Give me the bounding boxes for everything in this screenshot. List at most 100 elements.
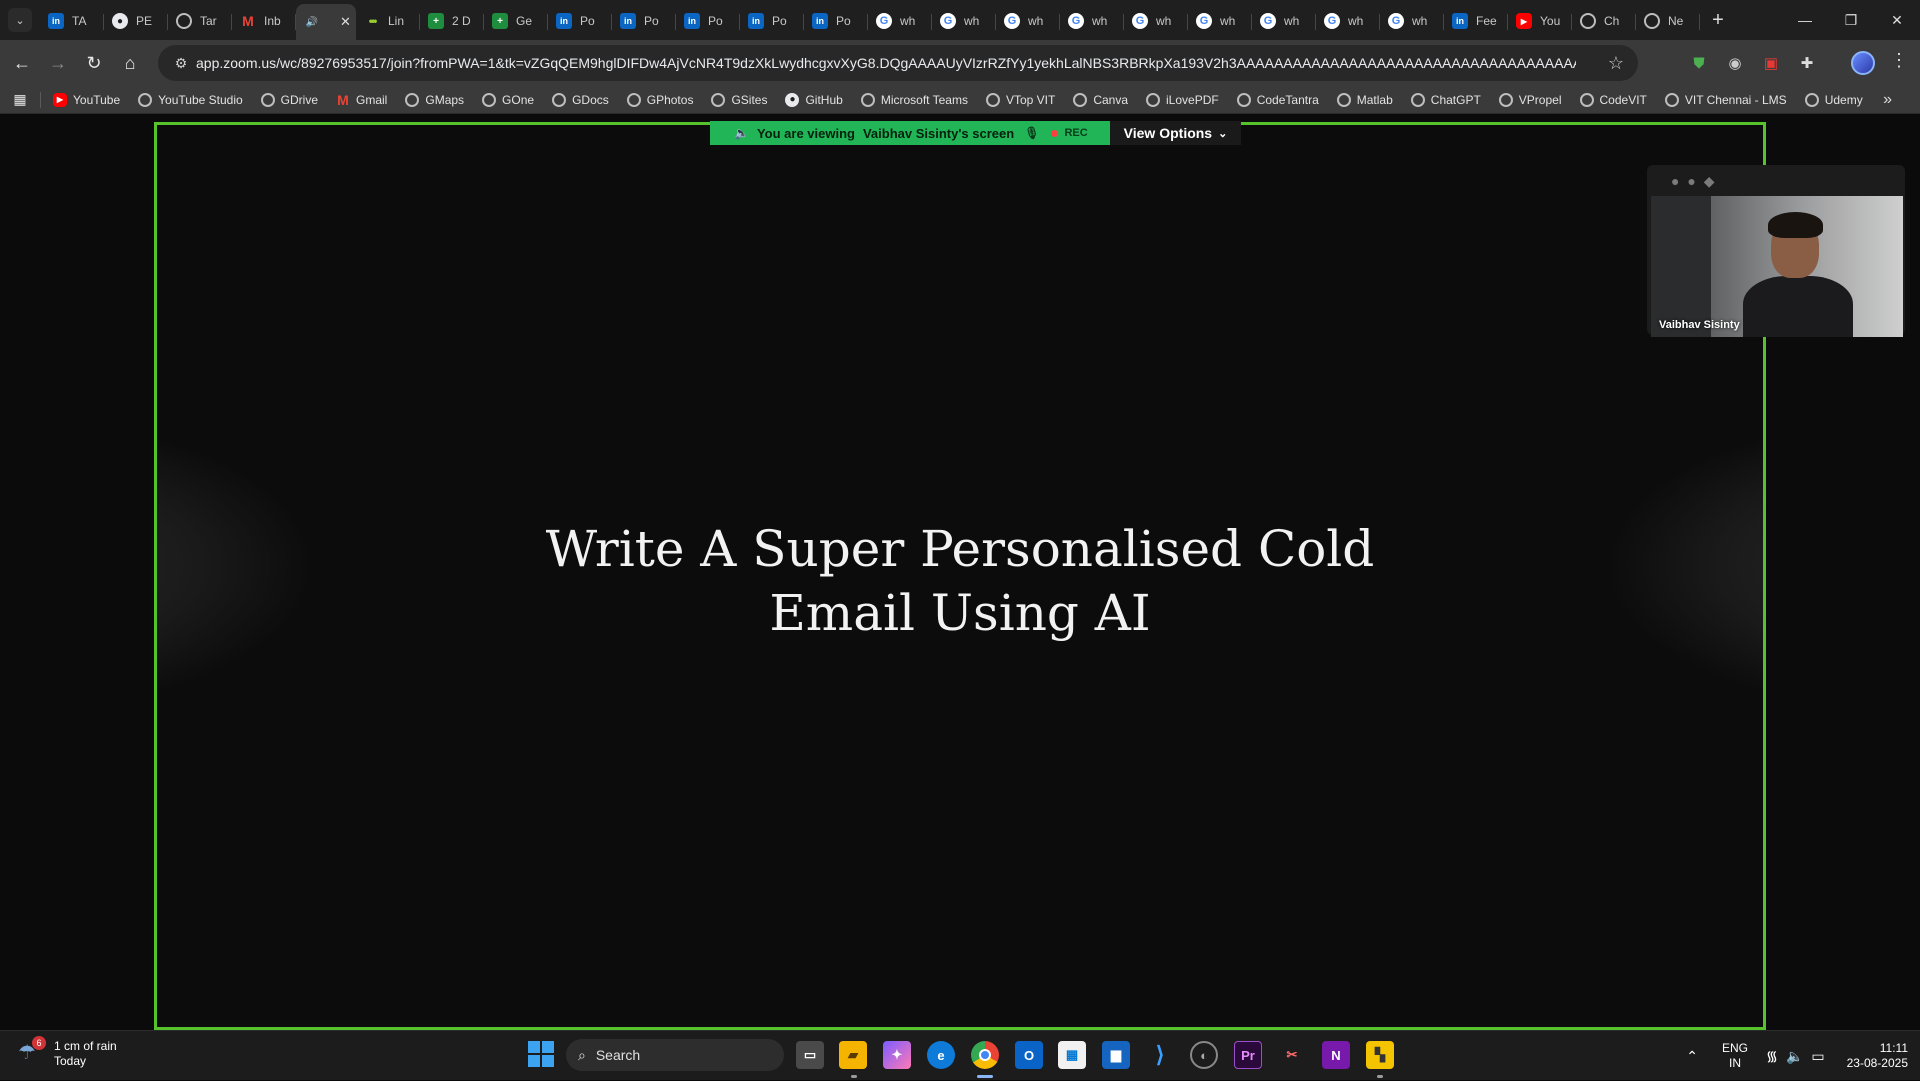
browser-tab[interactable]: Gwh (1252, 6, 1316, 36)
snipping-tool-icon[interactable]: ✂ (1278, 1041, 1306, 1069)
url-text[interactable]: app.zoom.us/wc/89276953517/join?fromPWA=… (196, 55, 1576, 71)
bookmark-item[interactable]: Canva (1073, 92, 1128, 107)
minimize-button[interactable]: — (1782, 0, 1828, 40)
bookmark-item[interactable]: GOne (482, 92, 534, 107)
browser-tab[interactable]: + Ge (484, 6, 548, 36)
browser-menu-icon[interactable]: ⋮ (1890, 50, 1908, 71)
apps-grid-icon[interactable]: ▦ (0, 91, 40, 108)
bookmark-item[interactable]: Udemy (1804, 92, 1863, 107)
volume-icon[interactable]: 🔈 (1786, 1048, 1803, 1065)
camera-extension-icon[interactable]: ◉ (1720, 48, 1750, 78)
bookmark-item[interactable]: VIT Chennai - LMS (1664, 92, 1787, 107)
slide-title: Write A Super Personalised Cold Email Us… (157, 517, 1763, 645)
bookmark-item[interactable]: GDocs (552, 92, 609, 107)
start-button[interactable] (528, 1041, 554, 1067)
browser-tab[interactable]: Gwh (1188, 6, 1252, 36)
bookmark-item[interactable]: GPhotos (626, 92, 693, 107)
back-button[interactable]: ← (4, 45, 40, 81)
bookmark-item[interactable]: YouTube Studio (138, 92, 243, 107)
weather-widget[interactable]: ☂ 6 1 cm of rain Today (18, 1036, 117, 1069)
close-tab-icon[interactable]: ✕ (340, 14, 351, 30)
sticky-notes-icon[interactable]: ▚ (1366, 1041, 1394, 1069)
browser-tab[interactable]: ● PE (104, 6, 168, 36)
browser-tab[interactable]: Tar (168, 6, 232, 36)
browser-tab[interactable]: in TA (40, 6, 104, 36)
google-icon: G (1260, 13, 1276, 29)
browser-tab[interactable]: Gwh (1316, 6, 1380, 36)
edge-icon[interactable]: e (927, 1041, 955, 1069)
input-language[interactable]: ENG IN (1722, 1041, 1748, 1071)
bookmark-item[interactable]: iLovePDF (1146, 92, 1219, 107)
browser-tab[interactable]: in Po (548, 6, 612, 36)
bookmark-item[interactable]: M Gmail (336, 92, 387, 108)
wifi-icon[interactable]: ᯾ (1766, 1047, 1778, 1066)
bookmark-item[interactable]: GMaps (405, 92, 464, 107)
show-hidden-icons-chevron-icon[interactable]: ⌃ (1686, 1048, 1698, 1065)
browser-tab[interactable]: in Po (804, 6, 868, 36)
bookmark-item[interactable]: ▶ YouTube (53, 92, 120, 107)
extensions-puzzle-icon[interactable]: ✚ (1792, 48, 1822, 78)
vscode-icon[interactable]: ⟩ (1146, 1041, 1174, 1069)
participant-video-tile[interactable]: ● ● ◆ Vaibhav Sisinty (1647, 165, 1905, 337)
bookmark-star-icon[interactable]: ☆ (1608, 53, 1624, 74)
browser-tab[interactable]: in Po (612, 6, 676, 36)
bookmark-item[interactable]: CodeVIT (1579, 92, 1647, 107)
browser-tab[interactable]: in Fee (1444, 6, 1508, 36)
outlook-icon[interactable]: O (1015, 1041, 1043, 1069)
site-info-icon[interactable]: ⚙ (166, 55, 196, 72)
browser-tab[interactable]: ••• Lin (356, 6, 420, 36)
microsoft-store-icon[interactable]: ▦ (1058, 1041, 1086, 1069)
more-bookmarks-icon[interactable]: » (1883, 91, 1892, 109)
taskbar-search[interactable]: ⌕ Search (566, 1039, 784, 1071)
browser-tab[interactable]: +2 D (420, 6, 484, 36)
bookmark-item[interactable]: Matlab (1336, 92, 1393, 107)
address-bar[interactable]: ⚙ app.zoom.us/wc/89276953517/join?fromPW… (158, 45, 1638, 81)
browser-tab[interactable]: M Inb (232, 6, 296, 36)
browser-tab[interactable]: 🔊 ✕ (296, 4, 356, 40)
browser-tab[interactable]: Ne (1636, 6, 1700, 36)
bookmark-item[interactable]: CodeTantra (1236, 92, 1319, 107)
bookmark-item[interactable]: ● GitHub (785, 92, 843, 107)
browser-tab[interactable]: Gwh (1380, 6, 1444, 36)
view-options-button[interactable]: View Options ⌄ (1109, 121, 1242, 145)
new-tab-button[interactable]: + (1704, 6, 1732, 34)
bookmark-item[interactable]: VTop VIT (985, 92, 1055, 107)
file-explorer-icon[interactable]: ▰ (839, 1041, 867, 1069)
browser-tab[interactable]: Gwh (932, 6, 996, 36)
forward-button[interactable]: → (40, 45, 76, 81)
browser-tab[interactable]: in Po (676, 6, 740, 36)
bookmark-item[interactable]: GDrive (260, 92, 318, 107)
globe-icon (626, 92, 641, 107)
onenote-icon[interactable]: N (1322, 1041, 1350, 1069)
profile-avatar[interactable] (1851, 51, 1875, 75)
bookmark-item[interactable]: GSites (711, 92, 767, 107)
home-button[interactable]: ⌂ (112, 45, 148, 81)
blue-app-icon[interactable]: ▆ (1102, 1041, 1130, 1069)
browser-tab[interactable]: Gwh (996, 6, 1060, 36)
github-desktop-icon[interactable]: ◐ (1190, 1041, 1218, 1069)
restore-button[interactable]: ❐ (1828, 0, 1874, 40)
browser-tab[interactable]: Gwh (1060, 6, 1124, 36)
video-tile-controls-icon[interactable]: ● ● ◆ (1671, 173, 1716, 190)
browser-tab[interactable]: Gwh (868, 6, 932, 36)
system-clock[interactable]: 11:11 23-08-2025 (1847, 1041, 1908, 1071)
browser-tab[interactable]: ▶ You (1508, 6, 1572, 36)
browser-tab[interactable]: in Po (740, 6, 804, 36)
pocket-extension-icon[interactable]: ▣ (1756, 48, 1786, 78)
premiere-pro-icon[interactable]: Pr (1234, 1041, 1262, 1069)
copilot-icon[interactable]: ✦ (883, 1041, 911, 1069)
bookmark-item[interactable]: ChatGPT (1410, 92, 1481, 107)
browser-tab[interactable]: Ch (1572, 6, 1636, 36)
battery-icon[interactable]: ▭ (1811, 1048, 1824, 1065)
bookmark-item[interactable]: Microsoft Teams (860, 92, 968, 107)
chrome-icon[interactable] (971, 1041, 999, 1069)
reload-button[interactable]: ↻ (76, 45, 112, 81)
active-app-indicator (977, 1075, 993, 1078)
viewing-banner: 🔈 You are viewing Vaibhav Sisinty's scre… (710, 121, 1242, 145)
task-view-icon[interactable]: ▭ (796, 1041, 824, 1069)
close-window-button[interactable]: ✕ (1874, 0, 1920, 40)
browser-tab[interactable]: Gwh (1124, 6, 1188, 36)
tab-search-button[interactable]: ⌄ (0, 0, 40, 40)
shield-extension-icon[interactable]: ⛊ (1684, 48, 1714, 78)
bookmark-item[interactable]: VPropel (1498, 92, 1562, 107)
